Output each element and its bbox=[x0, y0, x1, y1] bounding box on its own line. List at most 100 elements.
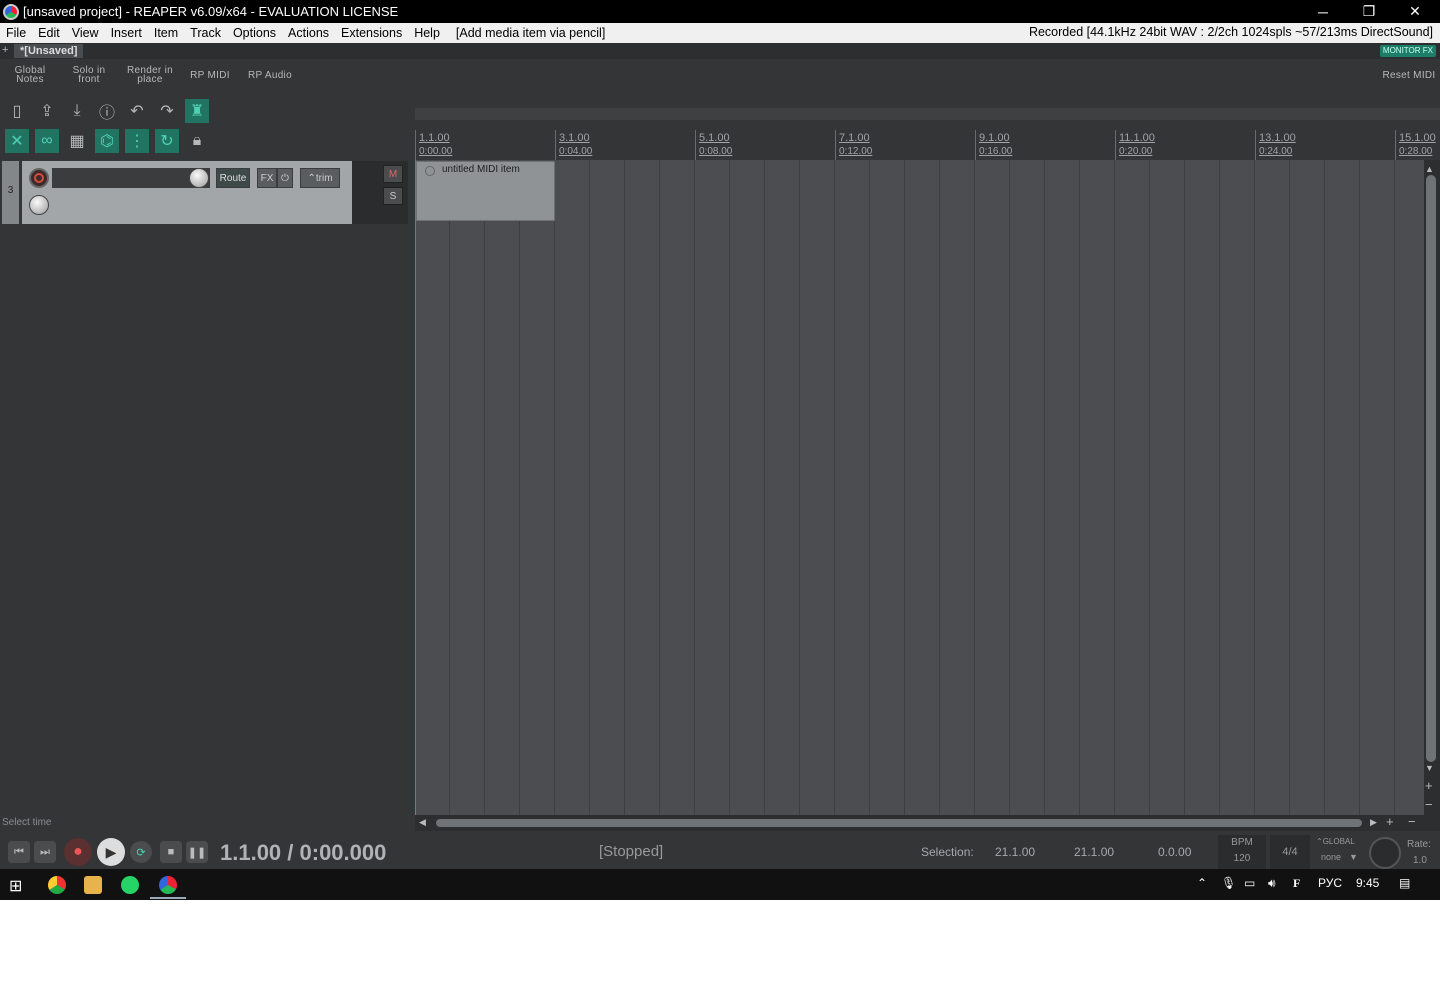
lock-icon[interactable]: 🔒︎ bbox=[185, 129, 209, 153]
stop-button[interactable]: ■ bbox=[160, 841, 182, 863]
play-button[interactable]: ▶ bbox=[97, 838, 125, 866]
solo-in-front-button[interactable]: Solo in front bbox=[68, 66, 110, 85]
zoom-in-vertical-icon[interactable]: + bbox=[1425, 778, 1433, 793]
volume-knob[interactable] bbox=[189, 168, 209, 188]
midi-item[interactable]: untitled MIDI item bbox=[416, 161, 555, 221]
arrange-view[interactable] bbox=[415, 160, 1424, 815]
font-tray-icon[interactable]: F bbox=[1293, 876, 1300, 891]
scroll-right-icon[interactable]: ▶ bbox=[1370, 817, 1377, 828]
ruler-time-label: 0:24.00 bbox=[1259, 146, 1293, 157]
record-arm-button[interactable] bbox=[29, 168, 49, 188]
menu-edit[interactable]: Edit bbox=[32, 26, 66, 40]
ruler-mark: 7.1.00 0:12.00 bbox=[835, 130, 872, 160]
rate-knob[interactable] bbox=[1369, 837, 1401, 869]
active-app-indicator bbox=[150, 897, 186, 899]
open-project-icon[interactable]: ⇪ bbox=[35, 99, 59, 123]
zoom-out-vertical-icon[interactable]: − bbox=[1425, 797, 1433, 812]
fx-button[interactable]: FX bbox=[257, 168, 277, 188]
global-notes-button[interactable]: Global Notes bbox=[10, 66, 50, 85]
fx-bypass-icon[interactable]: ⏻ bbox=[277, 168, 293, 188]
track-number[interactable]: 3 bbox=[2, 161, 19, 224]
new-tab-button[interactable]: + bbox=[2, 44, 8, 57]
new-project-icon[interactable]: ▯ bbox=[5, 99, 29, 123]
trim-button[interactable]: ⌃ trim bbox=[300, 168, 340, 188]
time-signature[interactable]: 4/4 bbox=[1270, 835, 1310, 869]
route-button[interactable]: Route bbox=[216, 168, 250, 188]
metronome-icon[interactable]: ♜ bbox=[185, 99, 209, 123]
project-settings-icon[interactable]: ⓘ bbox=[95, 99, 119, 123]
snap-icon[interactable]: ⌬ bbox=[95, 129, 119, 153]
tray-expand-icon[interactable]: ⌃ bbox=[1197, 876, 1207, 890]
menu-help[interactable]: Help bbox=[408, 26, 446, 40]
ruler-measure-label: 3.1.00 bbox=[559, 132, 590, 144]
scroll-left-icon[interactable]: ◀ bbox=[419, 817, 426, 828]
menu-item[interactable]: Item bbox=[148, 26, 184, 40]
save-project-icon[interactable]: ⤓ bbox=[65, 99, 89, 123]
mute-button[interactable]: M bbox=[383, 165, 403, 183]
automation-dropdown-icon[interactable]: ▼ bbox=[1349, 852, 1358, 862]
pause-button[interactable]: ❚❚ bbox=[186, 841, 208, 863]
time-display[interactable]: 1.1.00 / 0:00.000 bbox=[220, 840, 386, 866]
envelope-icon: ⌃ bbox=[307, 172, 316, 184]
ruler-measure-label: 7.1.00 bbox=[839, 132, 870, 144]
volume-icon[interactable]: 🔊︎ bbox=[1268, 876, 1276, 891]
menu-options[interactable]: Options bbox=[227, 26, 282, 40]
scroll-down-icon[interactable]: ▼ bbox=[1425, 763, 1434, 773]
menu-view[interactable]: View bbox=[66, 26, 105, 40]
chrome-icon[interactable] bbox=[48, 876, 66, 894]
ripple-edit-icon[interactable]: ↻ bbox=[155, 129, 179, 153]
zoom-out-horizontal-icon[interactable]: − bbox=[1408, 814, 1416, 829]
microphone-icon[interactable]: 🎙︎ bbox=[1221, 876, 1236, 890]
network-icon[interactable]: ▭ bbox=[1244, 876, 1255, 890]
rp-midi-button[interactable]: RP MIDI bbox=[188, 71, 232, 81]
solo-button[interactable]: S bbox=[383, 187, 403, 205]
windows-start-icon[interactable]: ⊞ bbox=[9, 876, 22, 896]
selection-length[interactable]: 0.0.00 bbox=[1158, 845, 1191, 859]
scroll-up-icon[interactable]: ▲ bbox=[1425, 164, 1434, 174]
timeline-ruler[interactable]: 1.1.00 0:00.00 3.1.00 0:04.00 5.1.00 0:08.00 7… bbox=[415, 130, 1440, 160]
menu-actions[interactable]: Actions bbox=[282, 26, 335, 40]
zoom-in-horizontal-icon[interactable]: + bbox=[1386, 814, 1394, 829]
record-arm-icon bbox=[34, 173, 44, 183]
menu-file[interactable]: File bbox=[0, 26, 32, 40]
menu-insert[interactable]: Insert bbox=[105, 26, 148, 40]
close-button[interactable]: ✕ bbox=[1392, 0, 1438, 23]
menu-extensions[interactable]: Extensions bbox=[335, 26, 408, 40]
render-in-place-button[interactable]: Render in place bbox=[124, 66, 176, 85]
menu-track[interactable]: Track bbox=[184, 26, 227, 40]
notifications-icon[interactable]: ▤ bbox=[1399, 876, 1410, 890]
global-automation-label[interactable]: ⌃GLOBAL bbox=[1316, 837, 1355, 846]
minimize-button[interactable]: ─ bbox=[1300, 0, 1346, 23]
auto-crossfade-icon[interactable]: ✕ bbox=[5, 129, 29, 153]
ruler-measure-label: 9.1.00 bbox=[979, 132, 1010, 144]
redo-icon[interactable]: ↷ bbox=[155, 99, 179, 123]
clock[interactable]: 9:45 bbox=[1356, 876, 1379, 890]
file-explorer-icon[interactable] bbox=[84, 876, 102, 894]
grid-icon[interactable]: ▦ bbox=[65, 129, 89, 153]
bpm-box[interactable]: BPM 120 bbox=[1218, 835, 1266, 869]
selection-end[interactable]: 21.1.00 bbox=[1074, 845, 1114, 859]
rp-audio-button[interactable]: RP Audio bbox=[246, 71, 294, 81]
automation-mode[interactable]: none bbox=[1321, 852, 1341, 862]
repeat-button[interactable]: ⟳ bbox=[130, 841, 152, 863]
project-tab[interactable]: *[Unsaved] bbox=[14, 44, 84, 58]
vertical-scroll-thumb[interactable] bbox=[1426, 175, 1436, 762]
item-grouping-icon[interactable]: ∞ bbox=[35, 129, 59, 153]
reset-midi-button[interactable]: Reset MIDI bbox=[1380, 71, 1438, 81]
undo-icon[interactable]: ↶ bbox=[125, 99, 149, 123]
go-to-end-button[interactable]: ⏭ bbox=[34, 841, 56, 863]
whatsapp-icon[interactable] bbox=[121, 876, 139, 894]
selection-start[interactable]: 21.1.00 bbox=[995, 845, 1035, 859]
go-to-start-button[interactable]: ⏮ bbox=[8, 841, 30, 863]
pan-knob[interactable] bbox=[29, 195, 49, 215]
snap-grid-icon[interactable]: ⋮ bbox=[125, 129, 149, 153]
reaper-taskbar-icon[interactable] bbox=[159, 876, 177, 894]
language-indicator[interactable]: РУС bbox=[1318, 876, 1342, 890]
record-button[interactable]: ● bbox=[64, 838, 92, 866]
maximize-button[interactable]: ❐ bbox=[1346, 0, 1392, 23]
horizontal-scroll-thumb[interactable] bbox=[436, 819, 1362, 827]
recording-status[interactable]: Recorded [44.1kHz 24bit WAV : 2/2ch 1024… bbox=[1029, 25, 1433, 39]
monitor-fx-button[interactable]: MONITOR FX bbox=[1379, 45, 1436, 57]
edit-cursor bbox=[415, 160, 416, 815]
track-name-field[interactable] bbox=[52, 168, 210, 188]
